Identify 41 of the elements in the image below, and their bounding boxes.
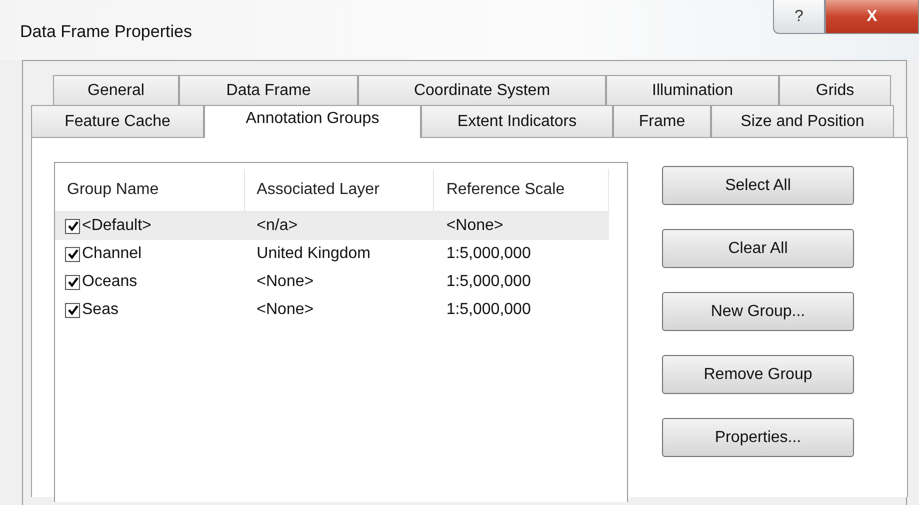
checkbox[interactable] [65, 302, 80, 318]
table-cell-text: 1:5,000,000 [445, 301, 532, 319]
table-cell: <Default> [82, 217, 152, 235]
checkbox[interactable] [65, 274, 80, 290]
tab[interactable]: Data Frame [179, 75, 358, 105]
table-cell: Oceans [82, 273, 138, 291]
table-row[interactable]: Seas <None> 1:5,000,000 [55, 296, 609, 324]
table-cell-text: <n/a> [256, 217, 299, 235]
table-cell: Channel [82, 245, 142, 263]
close-button[interactable]: X [825, 0, 919, 34]
action-button[interactable]: Remove Group [662, 355, 854, 394]
column-header[interactable]: Associated Layer [244, 169, 434, 211]
action-button[interactable]: New Group... [662, 292, 854, 331]
checkbox[interactable] [65, 218, 80, 234]
table-cell-text: 1:5,000,000 [445, 245, 532, 263]
tab[interactable]: Frame [613, 105, 711, 137]
table-cell-text: <None> [256, 273, 315, 291]
tab[interactable]: Illumination [606, 75, 779, 105]
tab[interactable]: Grids [779, 75, 891, 105]
action-button[interactable]: Select All [662, 166, 854, 205]
table-row[interactable]: Oceans <None> 1:5,000,000 [55, 268, 609, 296]
help-button[interactable]: ? [773, 0, 825, 34]
tab[interactable]: Feature Cache [31, 105, 204, 137]
table-cell-text: <None> [445, 217, 504, 235]
table-cell-text: <None> [256, 301, 315, 319]
action-button[interactable]: Clear All [662, 229, 854, 268]
tab[interactable]: Size and Position [711, 105, 894, 137]
table-row[interactable]: Channel United Kingdom 1:5,000,000 [55, 240, 609, 268]
tab[interactable]: Extent Indicators [421, 105, 613, 137]
table-cell-text: United Kingdom [256, 245, 372, 263]
checkbox[interactable] [65, 246, 80, 262]
table-cell-text: 1:5,000,000 [445, 273, 532, 291]
table-row[interactable]: <Default> <n/a> <None> [55, 212, 609, 240]
column-header[interactable]: Reference Scale [434, 169, 609, 211]
tab[interactable]: Coordinate System [358, 75, 606, 105]
window-title: Data Frame Properties [20, 22, 192, 42]
tab[interactable]: Annotation Groups [204, 105, 421, 138]
column-header[interactable]: Group Name [55, 169, 245, 211]
tab[interactable]: General [53, 75, 179, 105]
action-button[interactable]: Properties... [662, 418, 854, 457]
table-cell: Seas [82, 301, 118, 319]
